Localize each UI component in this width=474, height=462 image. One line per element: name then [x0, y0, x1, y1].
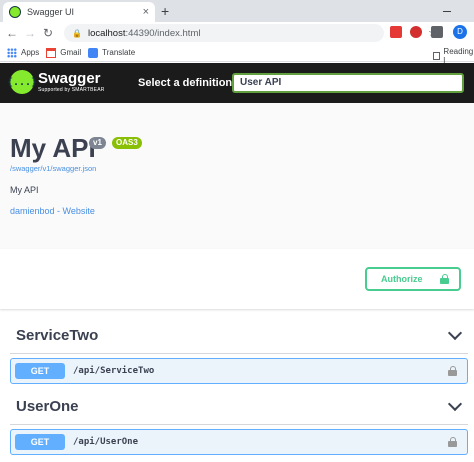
forward-icon[interactable]: → — [21, 26, 39, 40]
spec-url-link[interactable]: /swagger/v1/swagger.json — [10, 164, 96, 173]
profile-avatar[interactable]: D — [453, 25, 467, 39]
version-badge: v1 — [89, 137, 106, 149]
url-host: localhost — [87, 27, 126, 39]
swagger-topbar: {...} Swagger Supported by SMARTBEAR Sel… — [0, 63, 474, 103]
url-path: :44390/index.html — [125, 27, 201, 39]
minimize-icon[interactable] — [443, 4, 451, 12]
lock-icon[interactable] — [448, 437, 457, 447]
chevron-down-icon[interactable] — [447, 325, 463, 340]
extension-icon[interactable] — [390, 26, 402, 38]
bookmark-translate[interactable]: Translate — [88, 47, 136, 58]
reload-icon[interactable]: ↻ — [39, 26, 57, 40]
unlock-icon — [440, 274, 449, 284]
browser-tab-strip: Swagger UI × + — [0, 0, 474, 22]
tab-title: Swagger UI — [27, 7, 75, 17]
authorize-label: Authorize — [381, 274, 423, 284]
swagger-favicon-icon — [9, 6, 21, 18]
apps-grid-icon — [7, 47, 17, 58]
api-info: My API v1 OAS3 /swagger/v1/swagger.json … — [0, 103, 474, 249]
operation-get-userone[interactable]: GET /api/UserOne — [10, 429, 468, 455]
section-header[interactable]: ServiceTwo — [10, 318, 468, 354]
api-description: My API — [10, 185, 39, 195]
api-title: My API — [10, 133, 96, 163]
extensions-puzzle-icon[interactable] — [431, 26, 443, 38]
swagger-logo-icon[interactable]: {...} — [7, 70, 37, 94]
oas-badge: OAS3 — [112, 137, 142, 149]
section-userone: UserOne GET /api/UserOne — [10, 389, 468, 455]
address-bar[interactable]: 🔒 localhost:44390/index.html ☆ — [64, 24, 438, 42]
bookmark-label: Apps — [21, 48, 40, 57]
definition-value: User API — [240, 77, 282, 88]
bookmark-gmail[interactable]: Gmail — [46, 47, 82, 58]
adblock-icon[interactable] — [410, 26, 422, 38]
method-badge: GET — [15, 434, 65, 450]
operation-get-servicetwo[interactable]: GET /api/ServiceTwo — [10, 358, 468, 384]
bookmark-label: Gmail — [60, 48, 82, 57]
definition-select[interactable]: User API — [232, 73, 464, 93]
secure-lock-icon[interactable]: 🔒 — [72, 29, 82, 38]
section-title: ServiceTwo — [16, 327, 99, 344]
reading-list-icon — [433, 52, 441, 60]
bookmarks-bar: Apps Gmail Translate Reading l — [0, 44, 474, 65]
section-servicetwo: ServiceTwo GET /api/ServiceTwo — [10, 318, 468, 384]
method-badge: GET — [15, 363, 65, 379]
gmail-icon — [46, 47, 57, 58]
chevron-down-icon[interactable] — [447, 396, 463, 411]
lock-icon[interactable] — [448, 366, 457, 376]
definition-label: Select a definition — [138, 77, 233, 89]
bookmark-apps[interactable]: Apps — [7, 47, 40, 58]
auth-wrapper: Authorize — [0, 249, 474, 309]
swagger-brand-sub: Supported by SMARTBEAR — [38, 87, 105, 93]
section-title: UserOne — [16, 398, 79, 415]
authorize-button[interactable]: Authorize — [365, 267, 461, 291]
tab-close-icon[interactable]: × — [143, 6, 149, 18]
translate-icon — [88, 47, 99, 58]
back-icon[interactable]: ← — [3, 26, 21, 40]
operation-path: /api/ServiceTwo — [73, 366, 155, 376]
new-tab-button[interactable]: + — [161, 3, 169, 19]
contact-link[interactable]: damienbod - Website — [10, 206, 95, 216]
browser-toolbar: ← → ↻ 🔒 localhost:44390/index.html ☆ D — [0, 22, 474, 44]
swagger-brand: Swagger — [38, 70, 101, 87]
operation-path: /api/UserOne — [73, 437, 139, 447]
browser-tab[interactable]: Swagger UI × — [3, 2, 155, 22]
section-header[interactable]: UserOne — [10, 389, 468, 425]
bookmark-label: Translate — [102, 48, 136, 57]
